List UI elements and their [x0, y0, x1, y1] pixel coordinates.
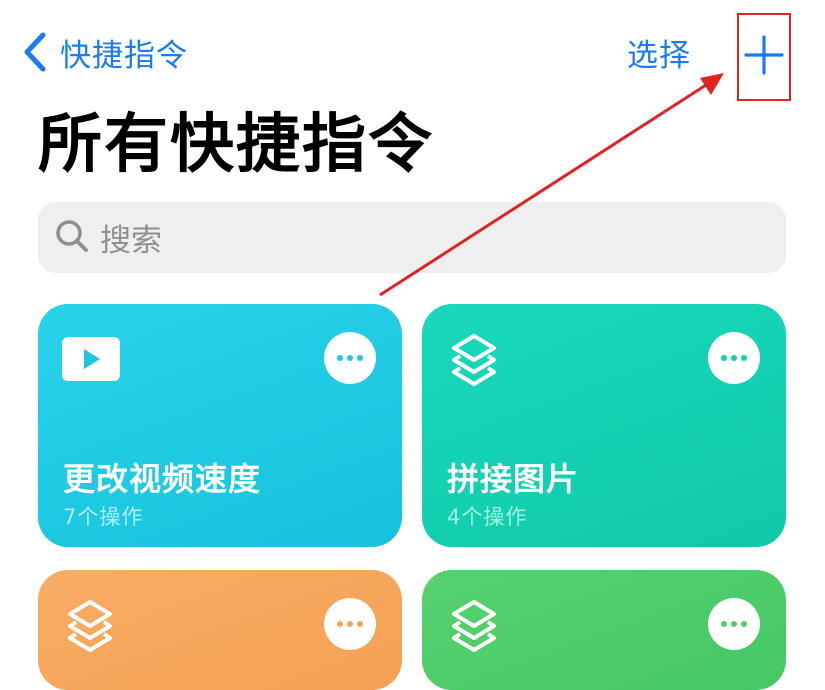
- layers-icon: [444, 598, 506, 652]
- search-icon: [54, 218, 90, 258]
- plus-icon: [744, 35, 784, 79]
- back-label: 快捷指令: [60, 37, 188, 74]
- more-button[interactable]: [708, 598, 760, 650]
- chevron-left-icon: [22, 32, 48, 72]
- page-title: 所有快捷指令: [38, 108, 434, 182]
- shortcut-card[interactable]: 拼接图片 4个操作: [422, 304, 786, 547]
- layers-icon: [60, 598, 122, 652]
- more-button[interactable]: [324, 332, 376, 384]
- shortcut-action-count: 4个操作: [447, 505, 528, 529]
- select-button[interactable]: 选择: [627, 30, 691, 75]
- shortcut-title: 更改视频速度: [63, 460, 262, 498]
- back-button[interactable]: 快捷指令: [22, 28, 188, 76]
- more-button[interactable]: [324, 598, 376, 650]
- shortcut-card[interactable]: [38, 570, 402, 690]
- search-input[interactable]: 搜索: [38, 202, 786, 273]
- add-shortcut-button[interactable]: [737, 13, 791, 101]
- shortcut-card[interactable]: 更改视频速度 7个操作: [38, 304, 402, 547]
- layers-icon: [444, 332, 506, 386]
- shortcut-title: 拼接图片: [447, 460, 580, 498]
- shortcut-card[interactable]: [422, 570, 786, 690]
- shortcut-action-count: 7个操作: [63, 505, 144, 529]
- more-button[interactable]: [708, 332, 760, 384]
- play-icon: [60, 332, 122, 384]
- search-placeholder: 搜索: [100, 223, 162, 259]
